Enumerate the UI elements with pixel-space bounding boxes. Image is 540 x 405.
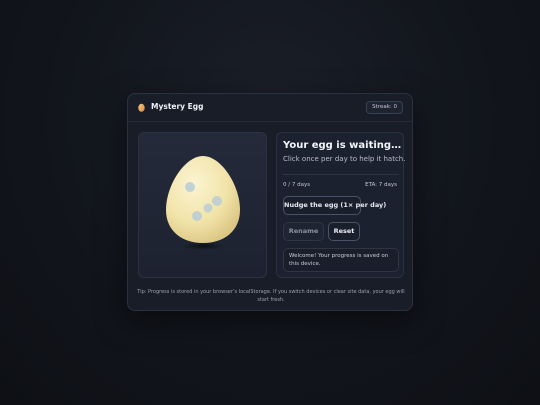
status-panel: Your egg is waiting… Click once per day …: [276, 132, 406, 278]
egg-shell[interactable]: [166, 156, 240, 243]
app-title: Mystery Egg: [151, 102, 204, 111]
egg-illustration: [166, 156, 240, 250]
status-message: Welcome! Your progress is saved on this …: [283, 248, 399, 272]
egg-spot: [203, 203, 213, 213]
egg-icon: [138, 103, 145, 112]
egg[interactable]: [166, 156, 240, 243]
streak-badge: Streak: 0: [366, 101, 403, 114]
egg-spot: [212, 196, 222, 206]
reset-button[interactable]: Reset: [328, 222, 360, 241]
status-subtitle: Click once per day to help it hatch.: [283, 155, 406, 163]
rename-button[interactable]: Rename: [283, 222, 324, 241]
divider: [283, 174, 399, 175]
mystery-egg-card: Mystery Egg Streak: 0 Your egg is waitin…: [127, 93, 413, 311]
egg-spot: [192, 211, 202, 221]
eta-label: ETA: 7 days: [365, 182, 397, 188]
card-header: Mystery Egg Streak: 0: [128, 94, 412, 122]
egg-spot: [185, 182, 195, 192]
egg-shadow: [181, 242, 225, 250]
status-heading: Your egg is waiting…: [283, 140, 402, 151]
progress-label: 0 / 7 days: [283, 182, 311, 188]
storage-tip: Tip: Progress is stored in your browser’…: [137, 289, 405, 303]
egg-display: [138, 132, 267, 278]
nudge-button[interactable]: Nudge the egg (1× per day): [283, 196, 386, 215]
